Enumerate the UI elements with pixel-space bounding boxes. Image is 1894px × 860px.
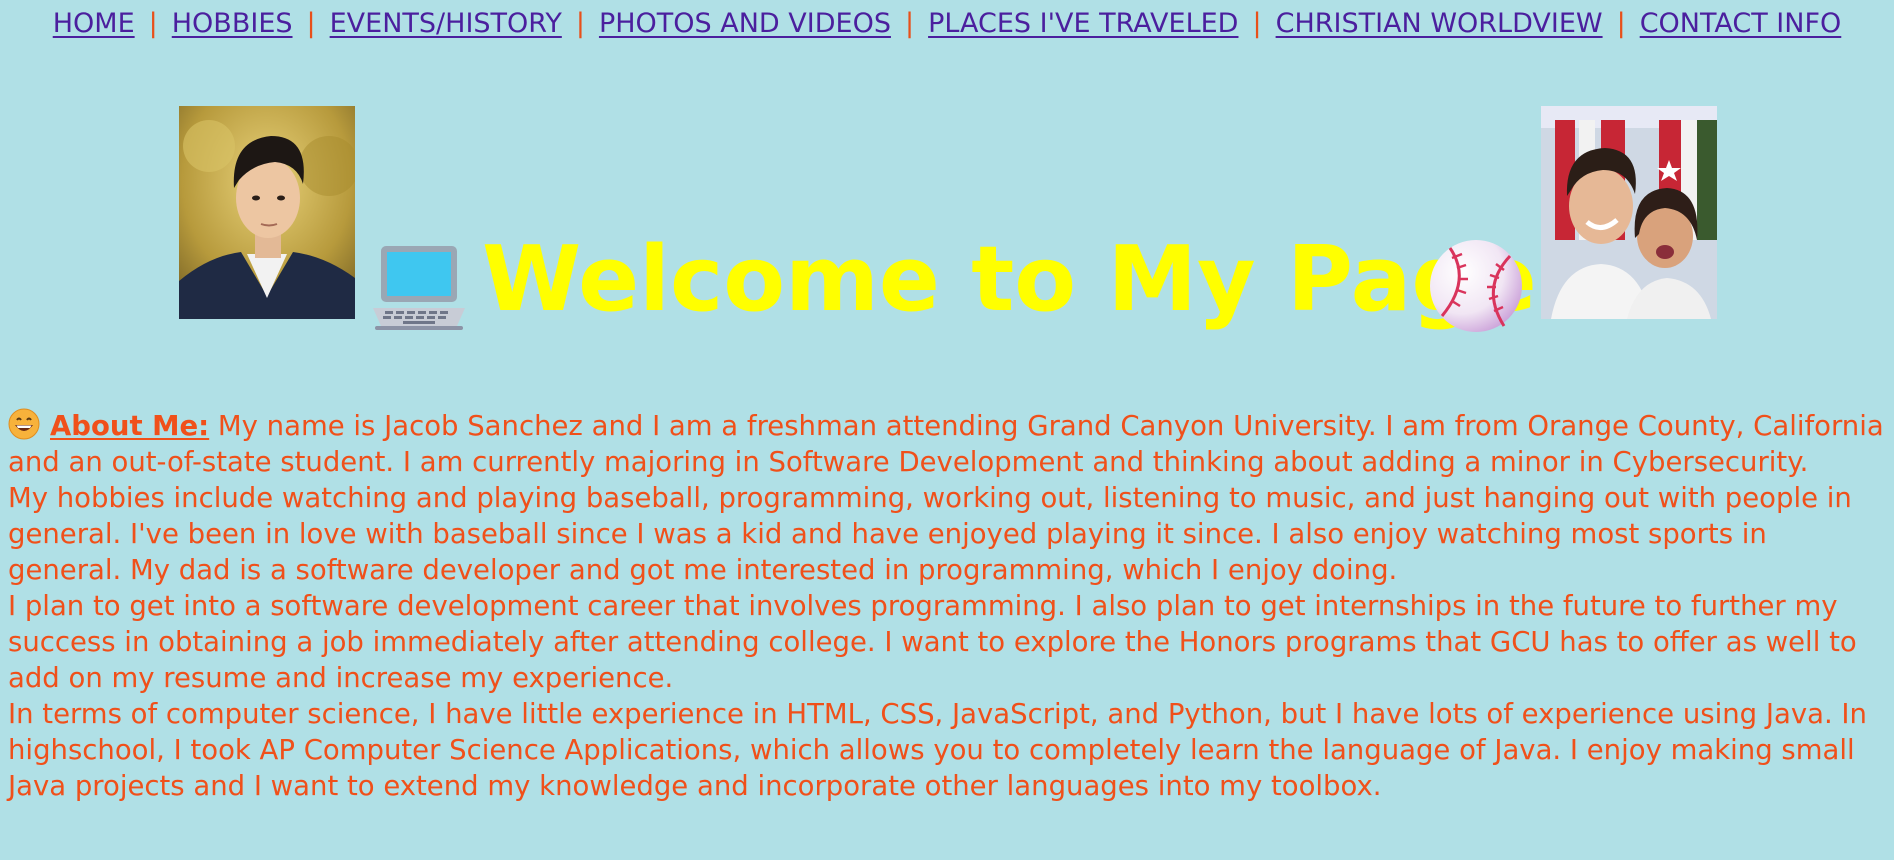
top-navigation: HOME | HOBBIES | EVENTS/HISTORY | PHOTOS AND V… bbox=[0, 8, 1894, 39]
nav-link-places-traveled[interactable]: PLACES I'VE TRAVELED bbox=[928, 8, 1238, 39]
portrait-photo bbox=[179, 106, 355, 319]
about-intro-paragraph: About Me: My name is Jacob Sanchez and I… bbox=[8, 408, 1888, 480]
nav-link-christian-worldview[interactable]: CHRISTIAN WORLDVIEW bbox=[1276, 8, 1603, 39]
about-me-section: About Me: My name is Jacob Sanchez and I… bbox=[8, 408, 1888, 804]
grinning-face-icon bbox=[8, 408, 40, 440]
baseball-icon bbox=[1430, 240, 1522, 332]
nav-link-photos-videos[interactable]: PHOTOS AND VIDEOS bbox=[599, 8, 891, 39]
nav-link-home[interactable]: HOME bbox=[53, 8, 135, 39]
about-paragraph: My hobbies include watching and playing … bbox=[8, 482, 1852, 586]
nav-separator: | bbox=[904, 8, 915, 39]
laptop-icon bbox=[373, 246, 465, 330]
page-title: Welcome to My Page! bbox=[482, 227, 1578, 332]
about-intro-text: My name is Jacob Sanchez and I am a fres… bbox=[8, 410, 1884, 478]
selfie-photo bbox=[1541, 106, 1717, 319]
nav-separator: | bbox=[575, 8, 585, 39]
about-me-label: About Me: bbox=[50, 410, 210, 442]
page-header: Welcome to My Page! bbox=[0, 106, 1894, 346]
nav-link-contact-info[interactable]: CONTACT INFO bbox=[1640, 8, 1842, 39]
nav-separator: | bbox=[306, 8, 316, 39]
nav-separator: | bbox=[1616, 8, 1626, 39]
nav-separator: | bbox=[148, 8, 158, 39]
about-paragraph: I plan to get into a software developmen… bbox=[8, 590, 1857, 694]
nav-link-events-history[interactable]: EVENTS/HISTORY bbox=[330, 8, 562, 39]
nav-link-hobbies[interactable]: HOBBIES bbox=[172, 8, 293, 39]
about-paragraph: In terms of computer science, I have lit… bbox=[8, 698, 1867, 802]
nav-separator: | bbox=[1252, 8, 1262, 39]
